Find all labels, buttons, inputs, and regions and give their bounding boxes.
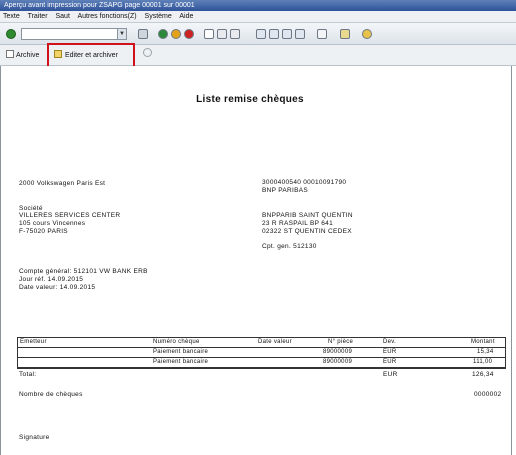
- menu-traiter[interactable]: Traiter: [28, 13, 48, 20]
- compte-general: Compte général: 512101 VW BANK ERB: [19, 268, 148, 275]
- header-numero-piece: N° pièce: [328, 339, 354, 345]
- bank-name: BNP PARIBAS: [262, 187, 309, 194]
- archive-label: Archive: [16, 52, 40, 59]
- row-2-devise: EUR: [383, 359, 397, 365]
- total-currency: EUR: [383, 371, 398, 378]
- previous-page-icon[interactable]: [269, 29, 279, 39]
- row-2-montant: 111,00: [473, 359, 493, 365]
- page-right-border: [511, 66, 512, 455]
- find-next-icon[interactable]: [230, 29, 240, 39]
- menu-autres-fonctions[interactable]: Autres fonctions(Z): [77, 13, 136, 20]
- row-1-numero-cheque: Paiement bancaire: [153, 349, 209, 355]
- total-label: Total:: [19, 371, 37, 378]
- magnifier-icon[interactable]: [143, 48, 152, 57]
- enter-check-icon[interactable]: [6, 29, 16, 39]
- cheques-count-label: Nombre de chèques: [19, 391, 83, 398]
- row-2-numero-cheque: Paiement bancaire: [153, 359, 209, 365]
- table-divider: [18, 357, 505, 358]
- cancel-icon[interactable]: [184, 29, 194, 39]
- society-line-3: F-75020 PARIS: [19, 228, 68, 235]
- society-line-2: 105 cours Vincennes: [19, 220, 86, 227]
- first-page-icon[interactable]: [256, 29, 266, 39]
- print-icon[interactable]: [204, 29, 214, 39]
- bank-address-line-2: 23 R RASPAIL BP 641: [262, 220, 333, 227]
- row-1-montant: 15,34: [477, 349, 494, 355]
- company-name: 2000 Volkswagen Paris Est: [19, 180, 106, 187]
- save-icon[interactable]: [138, 29, 148, 39]
- jour-ref: Jour réf. 14.09.2015: [19, 276, 84, 283]
- bank-account-number: 3000400540 00010091790: [262, 179, 347, 186]
- document-title: Liste remise chèques: [196, 94, 304, 105]
- date-valeur: Date valeur: 14.09.2015: [19, 284, 96, 291]
- table-divider: [18, 367, 505, 368]
- header-montant: Montant: [471, 339, 495, 345]
- command-dropdown-icon[interactable]: ▼: [117, 29, 126, 39]
- next-page-icon[interactable]: [282, 29, 292, 39]
- cheque-table: Emetteur Numéro chèque Date valeur N° pi…: [17, 337, 506, 369]
- header-numero-cheque: Numéro chèque: [153, 339, 200, 345]
- help-icon[interactable]: [362, 29, 372, 39]
- menu-saut[interactable]: Saut: [55, 13, 69, 20]
- cheques-count-value: 0000002: [474, 391, 502, 398]
- general-account-cpt: Cpt. gen. 512130: [262, 243, 317, 250]
- command-field[interactable]: ▼: [21, 28, 127, 40]
- standard-toolbar: ▼: [0, 23, 516, 45]
- society-line-1: VILLERES SERVICES CENTER: [19, 212, 121, 219]
- header-emetteur: Emetteur: [20, 339, 47, 345]
- header-devise: Dev.: [383, 339, 397, 345]
- back-icon[interactable]: [158, 29, 168, 39]
- window-title-bar: Aperçu avant impression pour ZSAPG page …: [0, 0, 516, 11]
- society-label: Société: [19, 205, 43, 212]
- row-2-numero-piece: 89000009: [323, 359, 353, 365]
- archive-icon: [6, 50, 14, 58]
- archive-button[interactable]: Archive: [6, 49, 39, 62]
- signature-label: Signature: [19, 434, 50, 441]
- row-1-devise: EUR: [383, 349, 397, 355]
- total-amount: 126,34: [472, 371, 494, 378]
- menu-bar: Texte Traiter Saut Autres fonctions(Z) S…: [0, 11, 516, 23]
- row-1-numero-piece: 89000009: [323, 349, 353, 355]
- menu-texte[interactable]: Texte: [3, 13, 20, 20]
- menu-systeme[interactable]: Système: [145, 13, 172, 20]
- table-divider: [18, 347, 505, 348]
- page-left-border: [0, 66, 1, 455]
- layout-icon[interactable]: [340, 29, 350, 39]
- menu-aide[interactable]: Aide: [179, 13, 193, 20]
- bank-address-line-3: 02322 ST QUENTIN CEDEX: [262, 228, 352, 235]
- window-title: Aperçu avant impression pour ZSAPG page …: [4, 2, 195, 9]
- exit-icon[interactable]: [171, 29, 181, 39]
- new-session-icon[interactable]: [317, 29, 327, 39]
- header-date-valeur: Date valeur: [258, 339, 292, 345]
- bank-address-line-1: BNPPARIB SAINT QUENTIN: [262, 212, 353, 219]
- find-icon[interactable]: [217, 29, 227, 39]
- last-page-icon[interactable]: [295, 29, 305, 39]
